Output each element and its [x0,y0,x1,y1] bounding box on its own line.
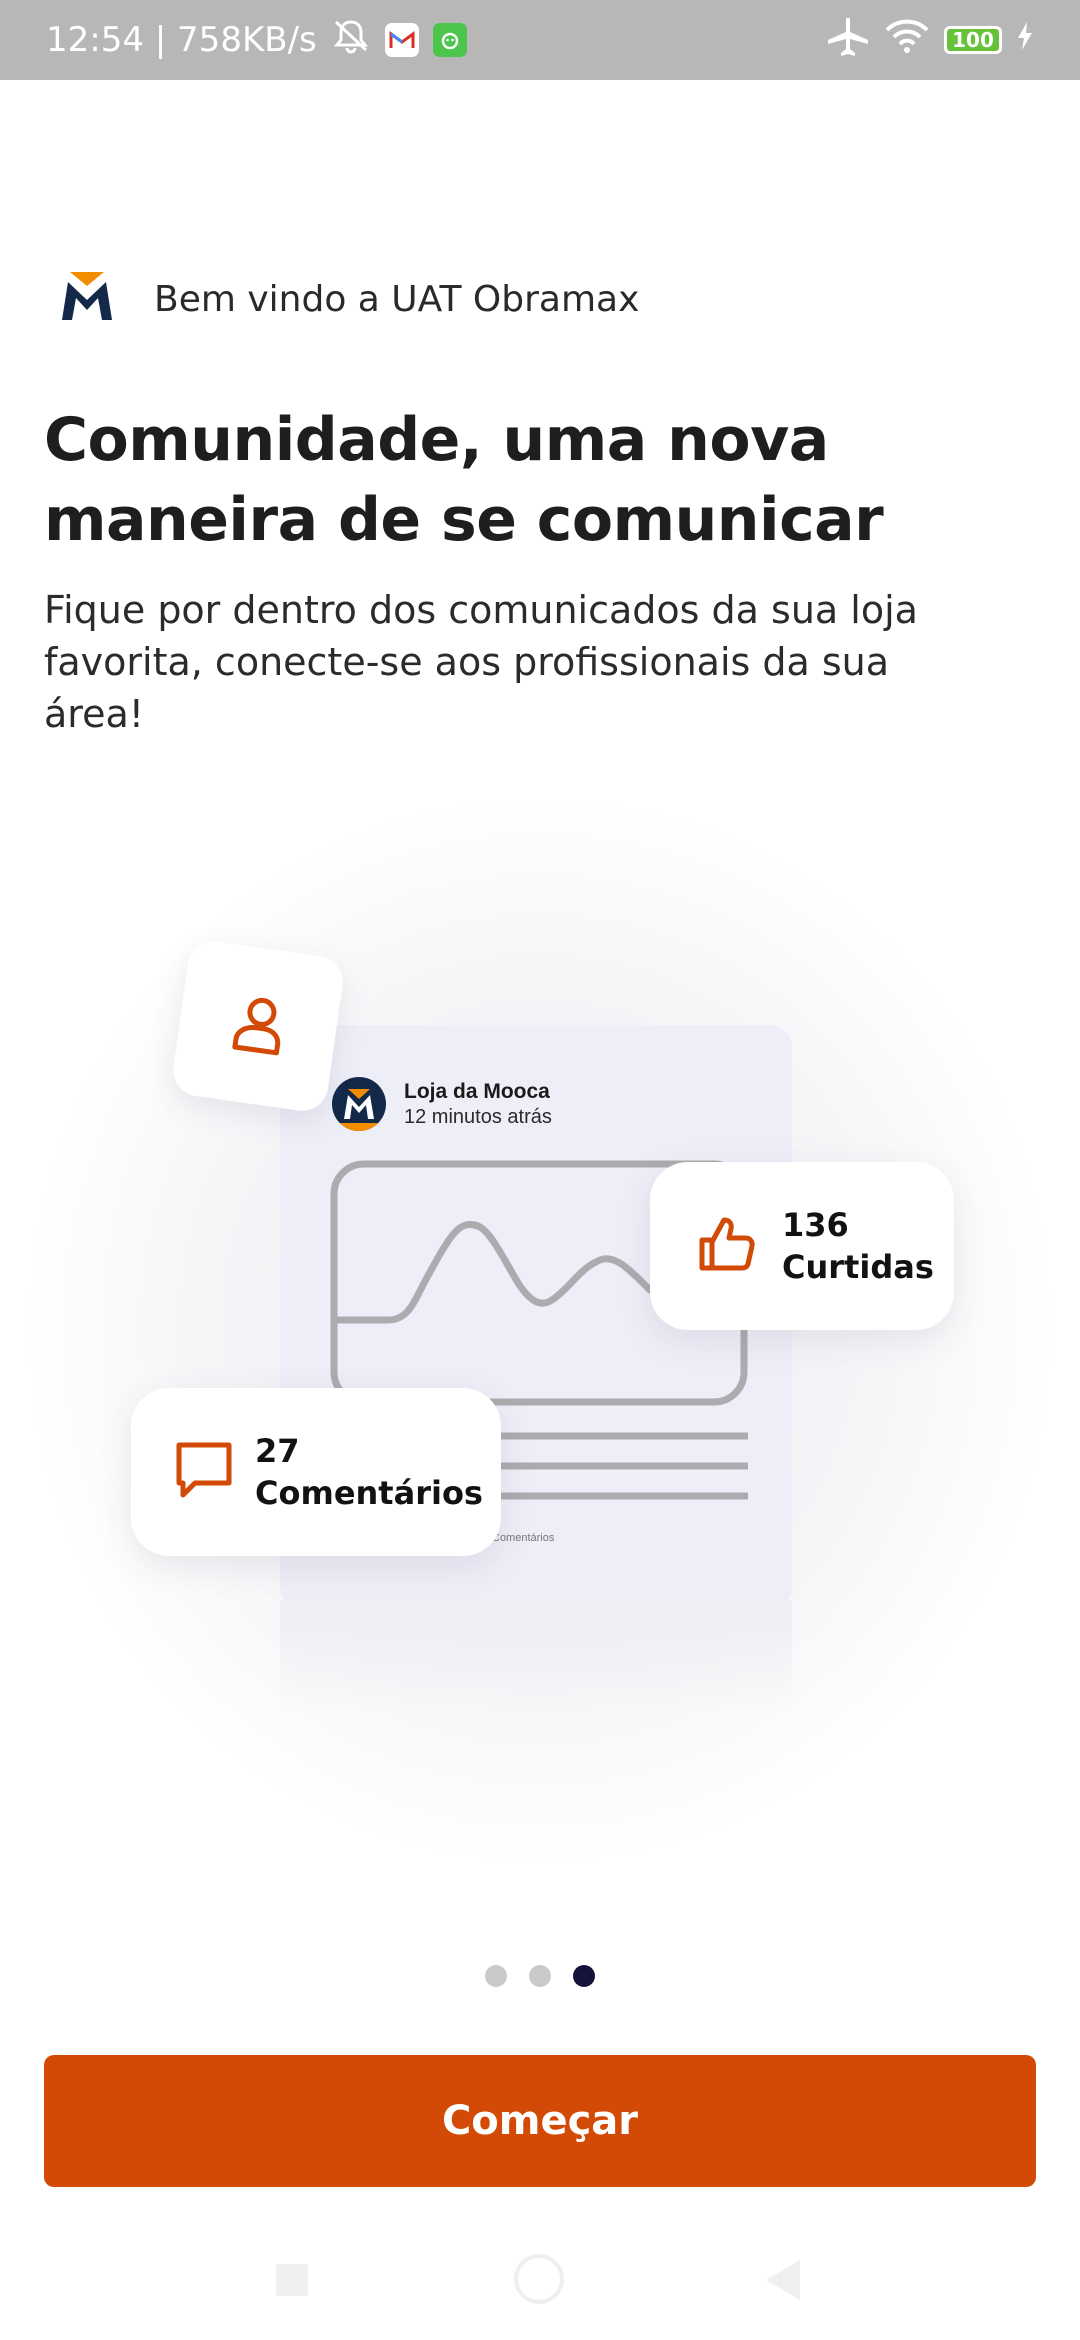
screen: 12:54 | 758KB/s 100 Bem vindo a UAT Obra… [0,0,1080,2340]
thumbs-up-icon [696,1216,756,1277]
comment-icon [175,1441,233,1504]
notification-app-icon [432,23,467,57]
battery-icon: 100 [944,26,1002,54]
comments-text: 27 Comentários [255,1430,483,1514]
gmail-icon [384,23,419,57]
start-button[interactable]: Começar [44,2055,1036,2187]
likes-bubble: 136 Curtidas [650,1162,954,1330]
page-indicator [0,1965,1080,1987]
comments-count: 27 [255,1432,300,1470]
text-lines-placeholder [498,1432,748,1500]
obramax-logo-icon [58,272,116,327]
welcome-text: Bem vindo a UAT Obramax [154,279,640,320]
store-avatar [332,1077,386,1131]
airplane-icon [826,16,870,65]
likes-label: Curtidas [782,1248,934,1286]
status-time-speed: 12:54 | 758KB/s [46,20,317,60]
post-card-shadow [280,1600,792,1710]
recents-button[interactable] [276,2264,308,2296]
system-nav-bar [0,2230,1080,2340]
brand-header: Bem vindo a UAT Obramax [58,272,639,327]
charging-icon [1016,20,1034,60]
profile-tile [169,937,347,1115]
mute-icon [331,18,371,63]
post-timestamp: 12 minutos atrás [404,1106,552,1128]
page-dot-2[interactable] [529,1965,551,1987]
page-dot-3-active[interactable] [573,1965,595,1987]
comments-label: Comentários [255,1474,483,1512]
status-left: 12:54 | 758KB/s [46,18,467,63]
page-subtitle: Fique por dentro dos comunicados da sua … [44,588,918,736]
page-title: Comunidade, uma nova maneira de se comun… [44,405,884,555]
home-button[interactable] [514,2254,564,2304]
post-comments-label: Comentários [492,1532,555,1544]
likes-text: 136 Curtidas [782,1204,934,1288]
comments-bubble: 27 Comentários [131,1388,501,1556]
post-store-name: Loja da Mooca [404,1080,550,1103]
user-icon [226,990,291,1062]
back-button[interactable] [766,2260,800,2300]
wifi-icon [884,18,930,63]
likes-count: 136 [782,1206,849,1244]
page-dot-1[interactable] [485,1965,507,1987]
status-right: 100 [826,16,1034,65]
status-bar: 12:54 | 758KB/s 100 [0,0,1080,80]
